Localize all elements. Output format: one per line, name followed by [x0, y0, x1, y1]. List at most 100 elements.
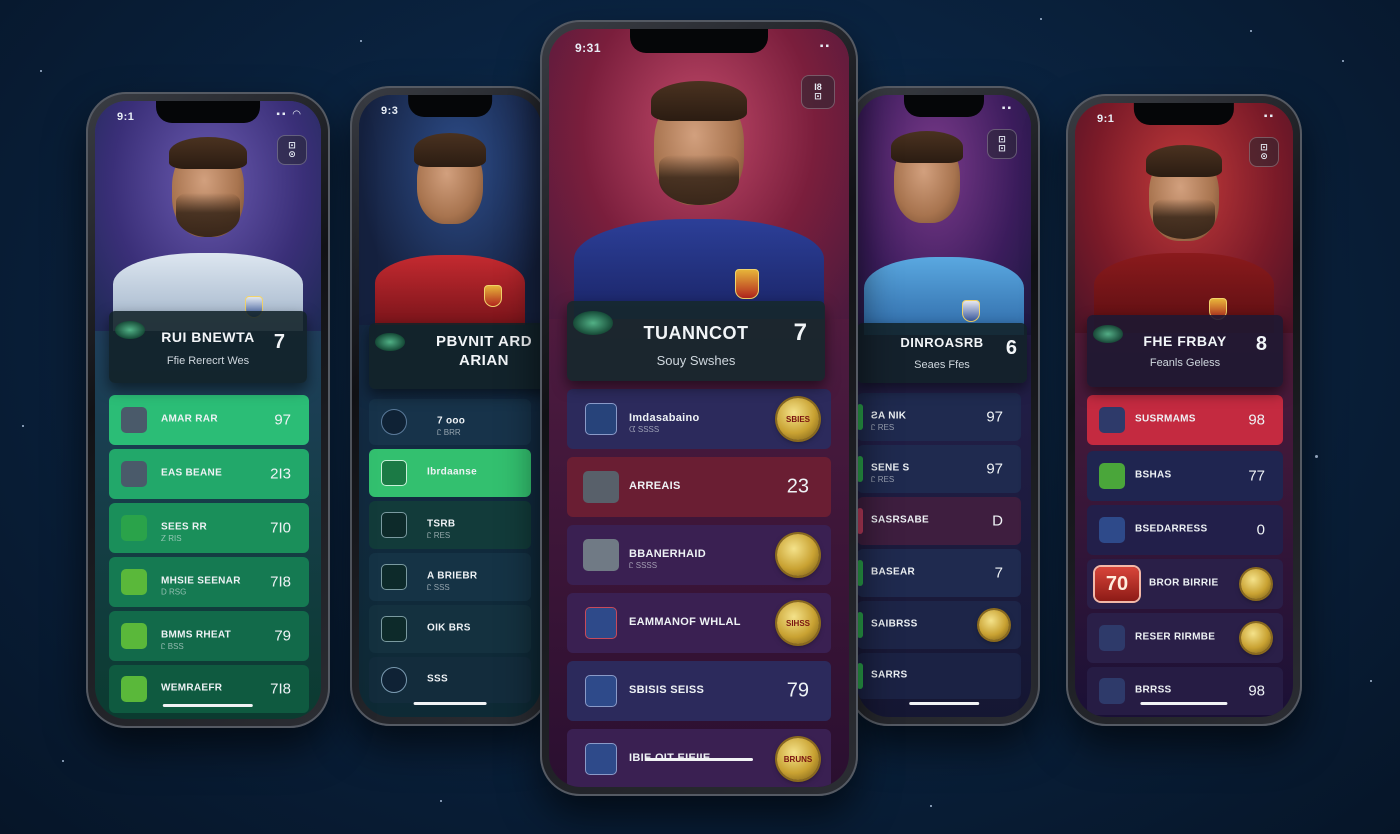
- row-value: 79: [274, 627, 291, 645]
- row-label: Ibrdaanse: [427, 466, 477, 478]
- card-icon: [1099, 407, 1125, 433]
- coin-icon: [1241, 623, 1271, 653]
- phone-4: ▪▪ ⊡ ⊡ DINROASRB Seaes Ffes 6 ƧA NIK Ꮭ R…: [848, 86, 1040, 726]
- row-value: 7I8: [270, 573, 291, 591]
- status-time: 9:1: [1097, 113, 1115, 125]
- list-item[interactable]: RESER RIRMBE: [1087, 613, 1283, 663]
- home-indicator[interactable]: [645, 758, 753, 761]
- phone-3: 9:31 ▪▪ I8 ⊡ TUANNCOT Souy Swshes 7 Imda…: [540, 20, 858, 796]
- rating-badge: 70: [1095, 567, 1139, 601]
- row-value: 77: [1248, 467, 1265, 485]
- list-item[interactable]: SBISIS SEISS 79: [567, 661, 831, 721]
- list-item[interactable]: SSS: [369, 657, 531, 703]
- coin-icon: SBIES: [777, 398, 819, 440]
- row-label: BASEAR: [871, 566, 916, 578]
- card-icon: [583, 539, 619, 571]
- list-item[interactable]: SASRSABE D: [857, 497, 1021, 545]
- row-label: A BRIEBR: [427, 570, 478, 582]
- phone-5-screen: 9:1 ▪▪ ⊡ ⊙ FHE FRBAY Feanls Geless 8 SUS…: [1075, 103, 1293, 717]
- player-card[interactable]: FHE FRBAY Feanls Geless 8: [1087, 315, 1283, 387]
- row-label: WEMRAEFR: [161, 682, 223, 694]
- status-time: 9:31: [575, 41, 602, 55]
- team-crest: [962, 300, 980, 322]
- list-item[interactable]: BBANERHAID Ꮭ SSSS: [567, 525, 831, 585]
- card-icon: [583, 471, 619, 503]
- corner-badge[interactable]: I8 ⊡: [801, 75, 835, 109]
- shield-icon: [121, 676, 147, 702]
- player-number: 7: [273, 331, 285, 353]
- list-item[interactable]: EAMMANOF WHLAL SIHSS: [567, 593, 831, 653]
- list-item[interactable]: BASEAR 7: [857, 549, 1021, 597]
- shield-icon: [121, 515, 147, 541]
- list-item[interactable]: SEES RR Ꮓ RIS 7I0: [109, 503, 309, 553]
- player-hero: [549, 29, 849, 319]
- row-label: RESER RIRMBE: [1135, 631, 1216, 643]
- shield-icon: [381, 564, 407, 590]
- shield-icon: [381, 616, 407, 642]
- list-item[interactable]: MHSIE SEENAR D RSG 7I8: [109, 557, 309, 607]
- list-item[interactable]: 70 BROR BIRRIE: [1087, 559, 1283, 609]
- notch: [1133, 103, 1235, 125]
- home-indicator[interactable]: [162, 704, 254, 707]
- row-sub: D RSG: [161, 587, 187, 597]
- player-name: DINROASRB: [900, 335, 984, 350]
- list-item[interactable]: Ibrdaanse: [369, 449, 531, 497]
- list-item[interactable]: ƧA NIK Ꮭ RES 97: [857, 393, 1021, 441]
- row-sub: Ꮭ SSS: [427, 583, 450, 592]
- list-item[interactable]: A BRIEBR Ꮭ SSS: [369, 553, 531, 601]
- player-number: 6: [1005, 337, 1017, 359]
- player-hair: [890, 131, 963, 163]
- player-subtitle: Souy Swshes: [656, 353, 736, 368]
- corner-badge[interactable]: ⊡ ⊙: [277, 135, 307, 165]
- list-item[interactable]: SAIBRSS: [857, 601, 1021, 649]
- home-indicator[interactable]: [1140, 702, 1228, 705]
- row-label: SEES RR: [161, 521, 208, 533]
- list-item[interactable]: BSHAS 77: [1087, 451, 1283, 501]
- shield-icon: [121, 623, 147, 649]
- list-item[interactable]: SARRS: [857, 653, 1021, 699]
- player-card[interactable]: RUI BNEWTA Ffie Rerecrt Wes 7: [109, 311, 307, 383]
- row-label: ARREAIS: [629, 479, 681, 492]
- list-item[interactable]: BMMS RHEAT Ꮭ BSS 79: [109, 611, 309, 661]
- list-item[interactable]: ARREAIS 23: [567, 457, 831, 517]
- list-item[interactable]: Imdasabaino ᗧ SSSS SBIES: [567, 389, 831, 449]
- player-number: 7: [793, 319, 807, 346]
- player-name: PBVNIT ARD ARIAN: [435, 333, 533, 369]
- phone-1: 9:1 ▪▪ ◠ ⊡ ⊙ RUI BNEWTA Ffie Rerecrt Wes…: [86, 92, 330, 728]
- list-item[interactable]: TSRB Ꮭ RES: [369, 501, 531, 549]
- list-item[interactable]: SUSRMAMS 98: [1087, 395, 1283, 445]
- list-item[interactable]: BSEDARRESS 0: [1087, 505, 1283, 555]
- row-label: SASRSABE: [871, 514, 929, 526]
- row-value: 2I3: [270, 465, 291, 483]
- home-indicator[interactable]: [909, 702, 979, 705]
- row-label: BMMS RHEAT: [161, 629, 232, 641]
- shield-icon: [381, 460, 407, 486]
- row-sub: Ꮭ RES: [871, 475, 895, 484]
- row-label: SUSRMAMS: [1135, 413, 1196, 425]
- player-card[interactable]: PBVNIT ARD ARIAN: [369, 323, 541, 389]
- status-icons: ▪▪: [1001, 103, 1013, 114]
- row-label: MHSIE SEENAR: [161, 575, 241, 587]
- phone-3-screen: 9:31 ▪▪ I8 ⊡ TUANNCOT Souy Swshes 7 Imda…: [549, 29, 849, 787]
- shield-icon: [585, 743, 617, 775]
- row-label: BSHAS: [1135, 469, 1172, 481]
- phone-2: 9:3 PBVNIT ARD ARIAN 7 ooo Ꮭ BRR Ibrdaan…: [350, 86, 550, 726]
- list-item[interactable]: SENE S Ꮭ RES 97: [857, 445, 1021, 493]
- player-hair: [651, 81, 747, 121]
- row-value: 7: [994, 564, 1003, 582]
- list-item[interactable]: 7 ooo Ꮭ BRR: [369, 399, 531, 445]
- list-item[interactable]: OIK BRS: [369, 605, 531, 653]
- player-card[interactable]: TUANNCOT Souy Swshes 7: [567, 301, 825, 381]
- list-item[interactable]: AMAR RAR 97: [109, 395, 309, 445]
- player-card[interactable]: DINROASRB Seaes Ffes 6: [857, 323, 1027, 383]
- card-icon: [1099, 678, 1125, 704]
- player-beard: [176, 193, 240, 237]
- home-indicator[interactable]: [413, 702, 487, 705]
- row-sub: ᗧ SSSS: [629, 425, 660, 434]
- row-sub: Ꮭ BRR: [437, 428, 461, 437]
- list-item[interactable]: EAS BEANE 2I3: [109, 449, 309, 499]
- corner-badge[interactable]: ⊡ ⊡: [987, 129, 1017, 159]
- corner-badge[interactable]: ⊡ ⊙: [1249, 137, 1279, 167]
- list-item[interactable]: BRRSS 98: [1087, 667, 1283, 715]
- shield-icon: [1099, 517, 1125, 543]
